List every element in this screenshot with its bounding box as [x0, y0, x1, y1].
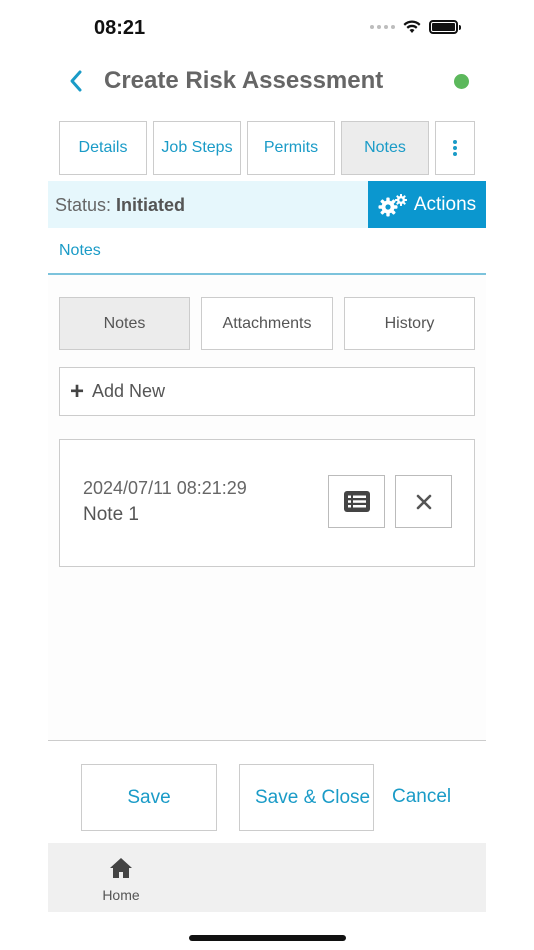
note-title: Note 1: [83, 504, 139, 525]
subtab-history[interactable]: History: [344, 297, 475, 350]
subtab-attachments[interactable]: Attachments: [201, 297, 333, 350]
nav-home[interactable]: Home: [98, 857, 144, 903]
status-value: Initiated: [116, 195, 186, 215]
view-note-button[interactable]: [328, 475, 385, 528]
status-text: Status: Initiated: [55, 195, 185, 216]
add-new-button[interactable]: + Add New: [59, 367, 475, 416]
battery-icon: [429, 20, 461, 34]
note-card: 2024/07/11 08:21:29 Note 1: [59, 439, 475, 567]
home-icon: [110, 858, 132, 878]
tab-permits[interactable]: Permits: [247, 121, 335, 175]
page-title: Create Risk Assessment: [104, 67, 384, 94]
back-chevron-icon[interactable]: [64, 66, 88, 96]
subtab-notes[interactable]: Notes: [59, 297, 190, 350]
nav-home-label: Home: [102, 887, 140, 903]
tab-notes[interactable]: Notes: [341, 121, 429, 175]
save-button[interactable]: Save: [81, 764, 217, 831]
cancel-button[interactable]: Cancel: [392, 786, 451, 808]
close-icon: [416, 494, 431, 509]
status-bar-icons: [370, 20, 461, 34]
save-close-button[interactable]: Save & Close: [239, 764, 374, 831]
actions-label: Actions: [413, 193, 477, 215]
status-prefix: Status:: [55, 195, 117, 215]
tab-job-steps[interactable]: Job Steps: [153, 121, 241, 175]
tab-details[interactable]: Details: [59, 121, 147, 175]
list-icon: [343, 491, 370, 512]
wifi-icon: [403, 20, 421, 33]
section-label-notes: Notes: [59, 242, 101, 259]
actions-button[interactable]: Actions: [368, 181, 486, 228]
status-bar-row: Status: Initiated Actions: [48, 181, 486, 228]
note-date: 2024/07/11 08:21:29: [83, 478, 247, 498]
footer-divider: [48, 740, 486, 741]
bottom-nav: Home: [48, 843, 486, 912]
add-new-label: Add New: [92, 381, 166, 401]
gears-icon: [378, 193, 407, 216]
online-status-indicator: [454, 74, 469, 89]
plus-icon: +: [70, 377, 85, 405]
home-indicator: [189, 935, 346, 941]
signal-icon: [370, 25, 395, 29]
delete-note-button[interactable]: [395, 475, 452, 528]
status-bar-time: 08:21: [94, 17, 146, 39]
more-options-icon[interactable]: [435, 121, 475, 175]
